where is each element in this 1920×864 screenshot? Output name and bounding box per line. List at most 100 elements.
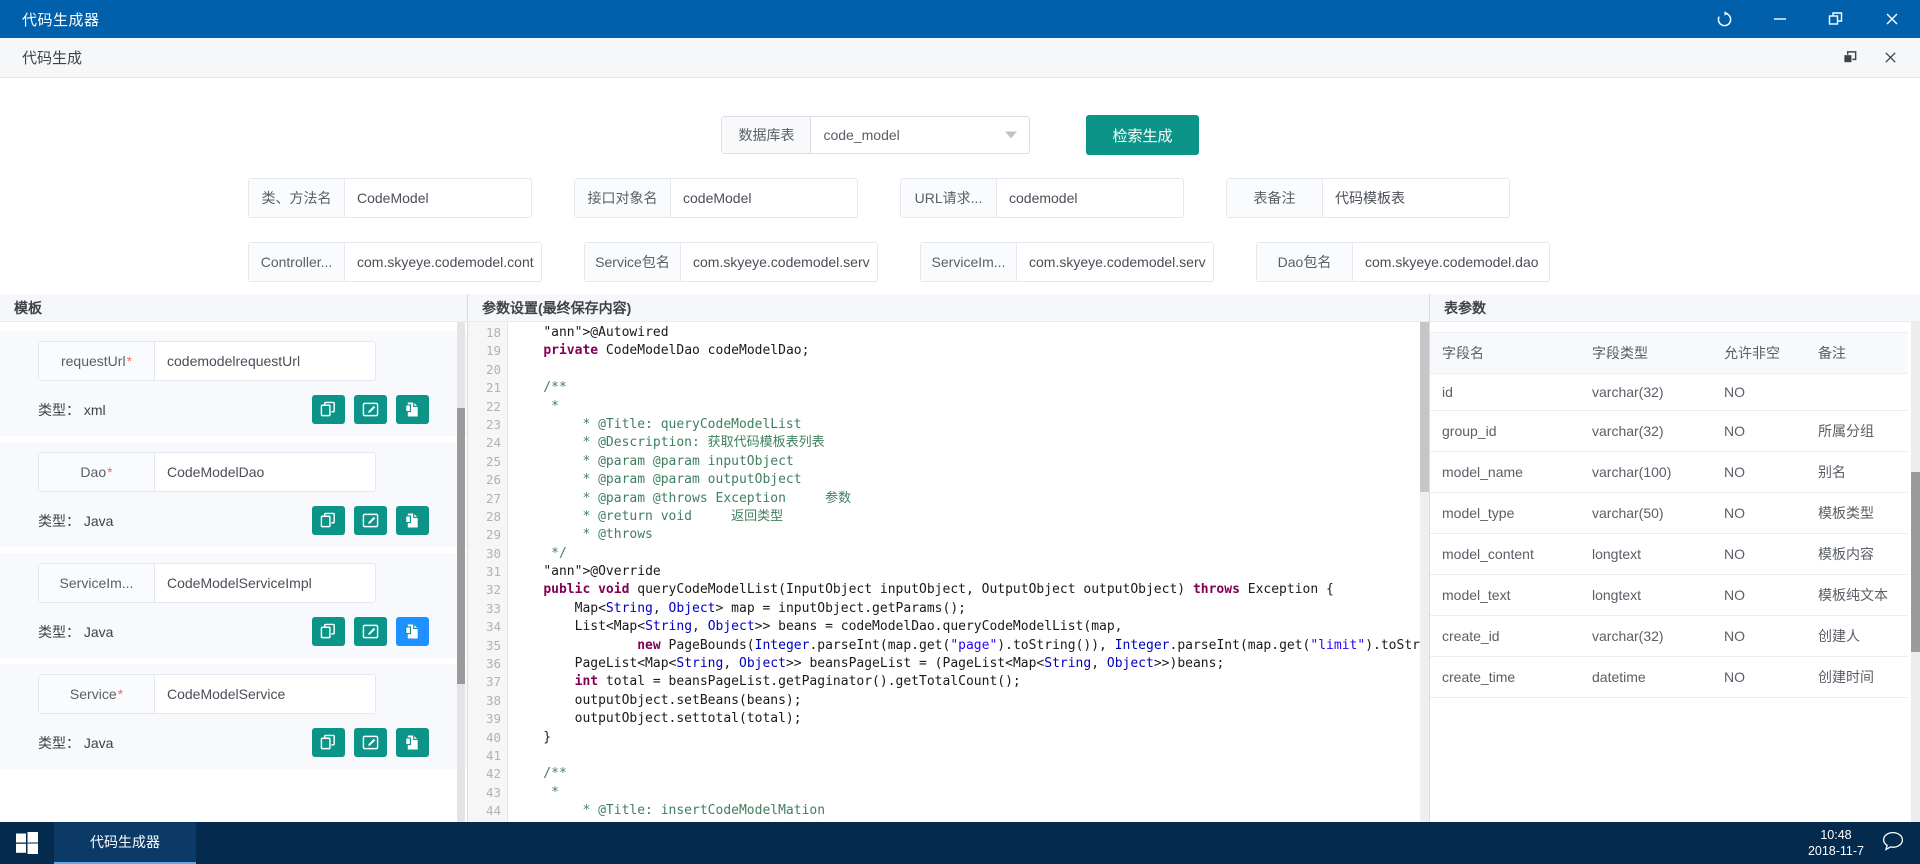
duplicate-icon[interactable] bbox=[312, 617, 345, 646]
code-line[interactable]: new PageBounds(Integer.parseInt(map.get(… bbox=[512, 637, 1429, 655]
template-name-value[interactable]: CodeModelService bbox=[155, 675, 375, 713]
code-line[interactable]: * @throws bbox=[512, 526, 1429, 544]
table-row[interactable]: model_text longtext NO 模板纯文本 bbox=[1430, 574, 1908, 616]
edit-icon[interactable] bbox=[354, 728, 387, 757]
code-editor[interactable]: 18 19 20 21 22 23 24 25 26 27 28 29 30 31 32 33 34 35 36 37… bbox=[468, 322, 1429, 822]
generate-button[interactable]: 检索生成 bbox=[1086, 115, 1199, 155]
edit-icon[interactable] bbox=[354, 506, 387, 535]
database-table-select[interactable]: code_model bbox=[811, 117, 1030, 153]
minimize-icon[interactable] bbox=[1752, 0, 1808, 38]
field-interface-object-name[interactable]: 接口对象名 codeModel bbox=[574, 178, 858, 218]
code-scrollbar-thumb[interactable] bbox=[1420, 322, 1429, 492]
template-name-value[interactable]: CodeModelDao bbox=[155, 453, 375, 491]
code-line[interactable]: * @Title: queryCodeModelList bbox=[512, 416, 1429, 434]
close-icon[interactable] bbox=[1864, 0, 1920, 38]
edit-icon[interactable] bbox=[354, 617, 387, 646]
field-value[interactable]: com.skyeye.codemodel.cont bbox=[345, 243, 541, 281]
code-line[interactable]: * @param @param outputObject bbox=[512, 471, 1429, 489]
restore-icon[interactable] bbox=[1808, 0, 1864, 38]
taskbar-item-code-generator[interactable]: 代码生成器 bbox=[54, 822, 196, 864]
code-line[interactable]: * @param @throws Exception 参数 bbox=[512, 490, 1429, 508]
field-value[interactable]: codeModel bbox=[671, 179, 857, 217]
code-line[interactable] bbox=[512, 361, 1429, 379]
code-line[interactable]: Map<String, Object> map = inputObject.ge… bbox=[512, 600, 1429, 618]
field-dao-package[interactable]: Dao包名 com.skyeye.codemodel.dao bbox=[1256, 242, 1550, 282]
field-value[interactable]: codemodel bbox=[997, 179, 1183, 217]
table-row[interactable]: model_name varchar(100) NO 别名 bbox=[1430, 451, 1908, 493]
code-line[interactable]: * bbox=[512, 398, 1429, 416]
copy-file-icon[interactable] bbox=[396, 728, 429, 757]
table-cell: model_text bbox=[1430, 574, 1580, 616]
edit-icon[interactable] bbox=[354, 395, 387, 424]
code-line[interactable]: * @param @param inputObject bbox=[512, 453, 1429, 471]
table-cell: longtext bbox=[1580, 533, 1712, 575]
code-content[interactable]: "ann">@Autowired private CodeModelDao co… bbox=[508, 322, 1429, 822]
taskbar-item-label: 代码生成器 bbox=[90, 834, 160, 850]
table-cell: NO bbox=[1712, 492, 1806, 534]
code-line[interactable]: public void queryCodeModelList(InputObje… bbox=[512, 581, 1429, 599]
template-name-value[interactable]: codemodelrequestUrl bbox=[155, 342, 375, 380]
template-name-label: ServiceIm... bbox=[39, 564, 155, 602]
taskbar-clock[interactable]: 10:48 2018-11-7 bbox=[1808, 827, 1864, 859]
template-name-value[interactable]: CodeModelServiceImpl bbox=[155, 564, 375, 602]
code-line[interactable]: /** bbox=[512, 765, 1429, 783]
code-line[interactable]: int total = beansPageList.getPaginator()… bbox=[512, 673, 1429, 691]
table-row[interactable]: model_type varchar(50) NO 模板类型 bbox=[1430, 492, 1908, 534]
template-name-field[interactable]: requestUrl * codemodelrequestUrl bbox=[38, 341, 376, 381]
table-row[interactable]: model_content longtext NO 模板内容 bbox=[1430, 533, 1908, 575]
table-scrollbar-thumb[interactable] bbox=[1911, 472, 1920, 652]
template-name-field[interactable]: Service * CodeModelService bbox=[38, 674, 376, 714]
code-line[interactable]: PageList<Map<String, Object>> beansPageL… bbox=[512, 655, 1429, 673]
field-value[interactable]: CodeModel bbox=[345, 179, 531, 217]
code-line[interactable]: * @Title: insertCodeModelMation bbox=[512, 802, 1429, 820]
template-card: ServiceIm... CodeModelServiceImpl 类型： Java bbox=[0, 553, 467, 658]
restore-icon[interactable] bbox=[1830, 38, 1870, 78]
code-line[interactable]: private CodeModelDao codeModelDao; bbox=[512, 342, 1429, 360]
code-line[interactable]: * @return void 返回类型 bbox=[512, 508, 1429, 526]
field-class-method-name[interactable]: 类、方法名 CodeModel bbox=[248, 178, 532, 218]
code-line[interactable]: List<Map<String, Object>> beans = codeMo… bbox=[512, 618, 1429, 636]
duplicate-icon[interactable] bbox=[312, 506, 345, 535]
code-line[interactable]: /** bbox=[512, 379, 1429, 397]
code-line[interactable]: * bbox=[512, 784, 1429, 802]
field-controller-package[interactable]: Controller... com.skyeye.codemodel.cont bbox=[248, 242, 542, 282]
line-number: 25 bbox=[485, 453, 501, 469]
field-url-request[interactable]: URL请求... codemodel bbox=[900, 178, 1184, 218]
field-table-remark[interactable]: 表备注 代码模板表 bbox=[1226, 178, 1510, 218]
code-line[interactable]: * @Description: 获取代码模板表列表 bbox=[512, 434, 1429, 452]
template-scrollbar-thumb[interactable] bbox=[457, 408, 465, 684]
copy-file-icon[interactable] bbox=[396, 506, 429, 535]
template-name-field[interactable]: ServiceIm... CodeModelServiceImpl bbox=[38, 563, 376, 603]
template-name-field[interactable]: Dao * CodeModelDao bbox=[38, 452, 376, 492]
code-line[interactable]: outputObject.setBeans(beans); bbox=[512, 692, 1429, 710]
field-value[interactable]: com.skyeye.codemodel.serv bbox=[681, 243, 877, 281]
template-list: requestUrl * codemodelrequestUrl 类型： xml Dao… bbox=[0, 322, 467, 822]
close-icon[interactable] bbox=[1870, 38, 1910, 78]
database-table-selector[interactable]: 数据库表 code_model bbox=[721, 116, 1031, 154]
code-line[interactable]: } bbox=[512, 729, 1429, 747]
code-line[interactable]: "ann">@Override bbox=[512, 563, 1429, 581]
table-row[interactable]: create_time datetime NO 创建时间 bbox=[1430, 656, 1908, 698]
copy-file-icon[interactable] bbox=[396, 617, 429, 646]
code-line[interactable] bbox=[512, 747, 1429, 765]
field-value[interactable]: 代码模板表 bbox=[1323, 179, 1509, 217]
table-row[interactable]: create_id varchar(32) NO 创建人 bbox=[1430, 615, 1908, 657]
code-line[interactable]: outputObject.settotal(total); bbox=[512, 710, 1429, 728]
refresh-icon[interactable] bbox=[1696, 0, 1752, 38]
field-service-impl-package[interactable]: ServiceIm... com.skyeye.codemodel.serv bbox=[920, 242, 1214, 282]
code-panel-title: 参数设置(最终保存内容) bbox=[468, 294, 1429, 322]
duplicate-icon[interactable] bbox=[312, 395, 345, 424]
start-button-icon[interactable] bbox=[0, 822, 54, 864]
field-value[interactable]: com.skyeye.codemodel.serv bbox=[1017, 243, 1213, 281]
field-service-package[interactable]: Service包名 com.skyeye.codemodel.serv bbox=[584, 242, 878, 282]
chevron-down-icon[interactable] bbox=[1005, 131, 1018, 139]
table-row[interactable]: group_id varchar(32) NO 所属分组 bbox=[1430, 410, 1908, 452]
code-line[interactable]: "ann">@Autowired bbox=[512, 324, 1429, 342]
copy-file-icon[interactable] bbox=[396, 395, 429, 424]
chat-icon[interactable] bbox=[1882, 831, 1904, 856]
duplicate-icon[interactable] bbox=[312, 728, 345, 757]
code-line[interactable]: */ bbox=[512, 545, 1429, 563]
table-row[interactable]: id varchar(32) NO bbox=[1430, 373, 1908, 411]
field-value[interactable]: com.skyeye.codemodel.dao bbox=[1353, 243, 1549, 281]
line-number: 29 bbox=[485, 527, 501, 543]
